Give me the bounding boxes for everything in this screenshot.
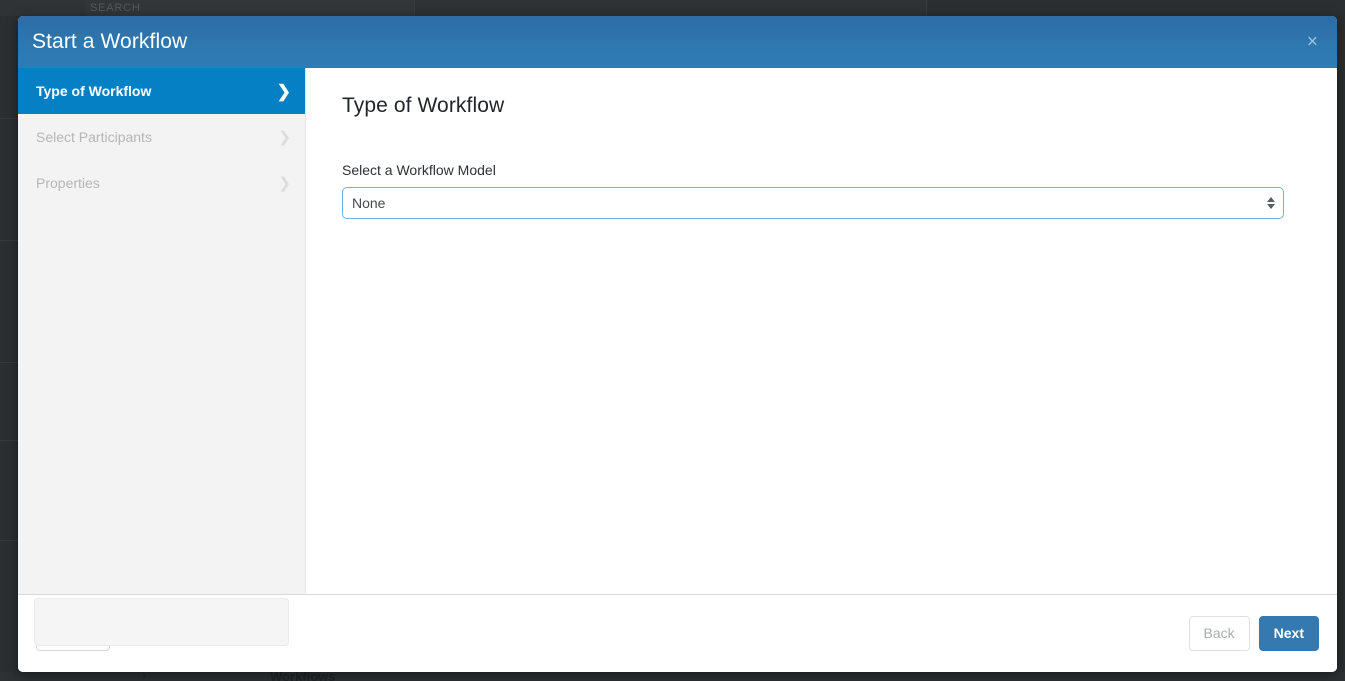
- wizard-step-nav: Type of Workflow ❯ Select Participants ❯…: [18, 68, 306, 646]
- background-bottom-strip: › Workflows: [0, 668, 1345, 681]
- app-background: SEARCH › Workflows Start a Workflow × Ty…: [0, 0, 1345, 681]
- chevron-right-icon: ❯: [278, 174, 291, 192]
- close-icon[interactable]: ×: [1302, 31, 1323, 54]
- background-panel-left: [0, 0, 85, 16]
- background-rule: [0, 118, 18, 119]
- back-button[interactable]: Back: [1188, 616, 1250, 651]
- dialog-header: Start a Workflow ×: [18, 16, 1337, 68]
- chevron-right-icon: ❯: [276, 81, 291, 101]
- background-rule: [0, 240, 18, 241]
- background-rule: [0, 362, 18, 363]
- chevron-right-icon: ❯: [278, 128, 291, 146]
- background-search-label: SEARCH: [90, 2, 141, 14]
- workflow-model-label: Select a Workflow Model: [342, 162, 496, 178]
- next-button[interactable]: Next: [1258, 616, 1319, 651]
- dialog-body: Type of Workflow ❯ Select Participants ❯…: [18, 68, 1337, 646]
- footer-actions: Back Next: [1188, 616, 1319, 651]
- background-panel-main: [416, 0, 927, 16]
- dialog-title: Start a Workflow: [32, 30, 188, 53]
- wizard-step-properties[interactable]: Properties ❯: [18, 160, 305, 206]
- wizard-step-select-participants[interactable]: Select Participants ❯: [18, 114, 305, 160]
- background-rule: [0, 440, 18, 441]
- wizard-content-panel: Type of Workflow Select a Workflow Model…: [306, 68, 1337, 594]
- workflow-model-select[interactable]: None: [342, 187, 1284, 219]
- background-rule: [0, 540, 18, 541]
- wizard-step-label: Type of Workflow: [36, 83, 152, 99]
- wizard-step-label: Properties: [36, 175, 100, 191]
- workflow-model-field: Select a Workflow Model None: [342, 162, 1297, 219]
- nav-placeholder-box: [34, 598, 289, 646]
- wizard-step-type-of-workflow[interactable]: Type of Workflow ❯: [18, 68, 305, 114]
- workflow-model-select-wrap: None: [342, 187, 1284, 219]
- page-title: Type of Workflow: [342, 94, 505, 117]
- wizard-step-label: Select Participants: [36, 129, 152, 145]
- start-workflow-dialog: Start a Workflow × Type of Workflow ❯ Se…: [18, 16, 1337, 672]
